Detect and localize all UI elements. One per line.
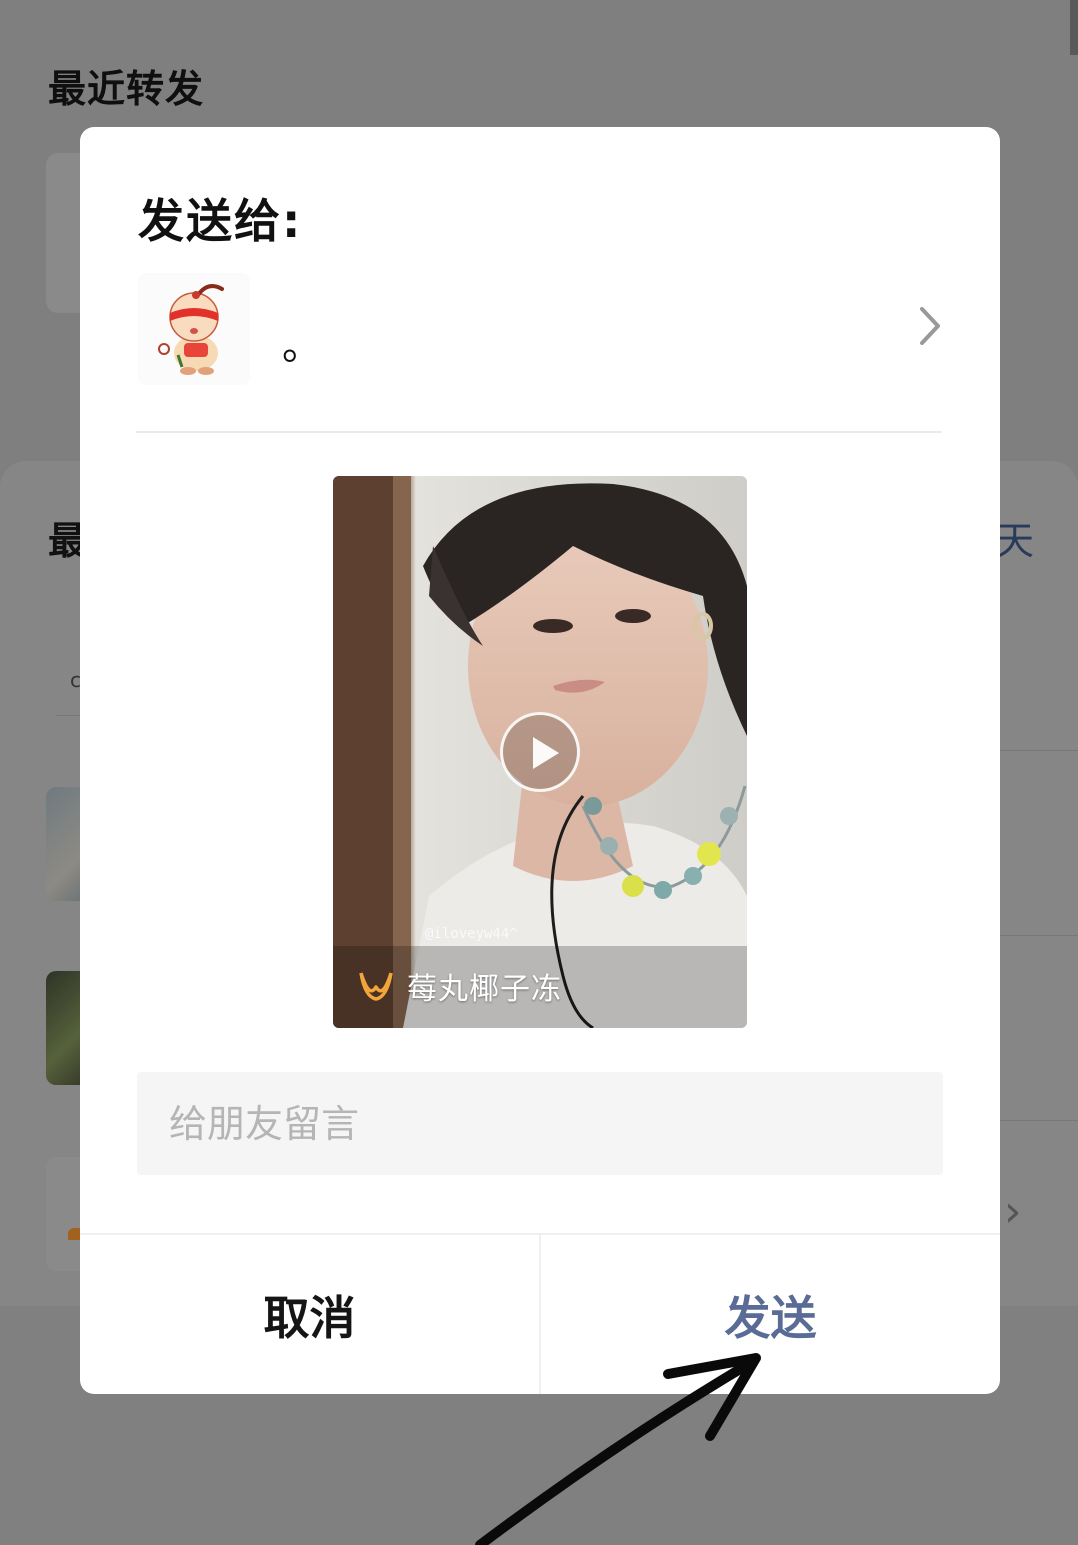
dialog-title: 发送给: — [138, 194, 303, 248]
recipient-avatar — [138, 273, 250, 385]
message-input[interactable] — [137, 1072, 943, 1175]
recipient-divider — [136, 431, 942, 433]
scrollbar[interactable] — [1070, 0, 1078, 55]
send-button[interactable]: 发送 — [541, 1235, 1000, 1394]
chevron-right-icon[interactable] — [914, 303, 944, 349]
send-dialog: 发送给: 。 @iloveyw44^ 莓丸椰子冻 给朋友留言 取消 发送 — [80, 127, 1000, 1394]
recipient-row[interactable]: 。 — [138, 273, 944, 393]
video-author-name: 莓丸椰子冻 — [407, 972, 562, 1007]
divider — [1000, 750, 1078, 751]
video-brand: 莓丸椰子冻 — [357, 964, 562, 1008]
dialog-button-row: 取消 发送 — [80, 1233, 1000, 1394]
brand-logo-icon — [359, 972, 393, 1001]
cartoon-avatar-icon — [158, 284, 224, 375]
video-preview[interactable]: @iloveyw44^ 莓丸椰子冻 — [333, 476, 747, 1028]
divider — [1000, 935, 1078, 936]
recent-forward-title: 最近转发 — [48, 67, 205, 111]
recipient-name: 。 — [282, 323, 322, 369]
section-right-link[interactable]: 天 — [996, 510, 1034, 565]
cancel-button[interactable]: 取消 — [80, 1235, 541, 1394]
video-watermark: @iloveyw44^ — [425, 926, 518, 942]
play-icon[interactable] — [500, 712, 580, 792]
chevron-right-icon[interactable]: › — [1004, 1186, 1022, 1237]
divider — [1000, 1120, 1078, 1121]
